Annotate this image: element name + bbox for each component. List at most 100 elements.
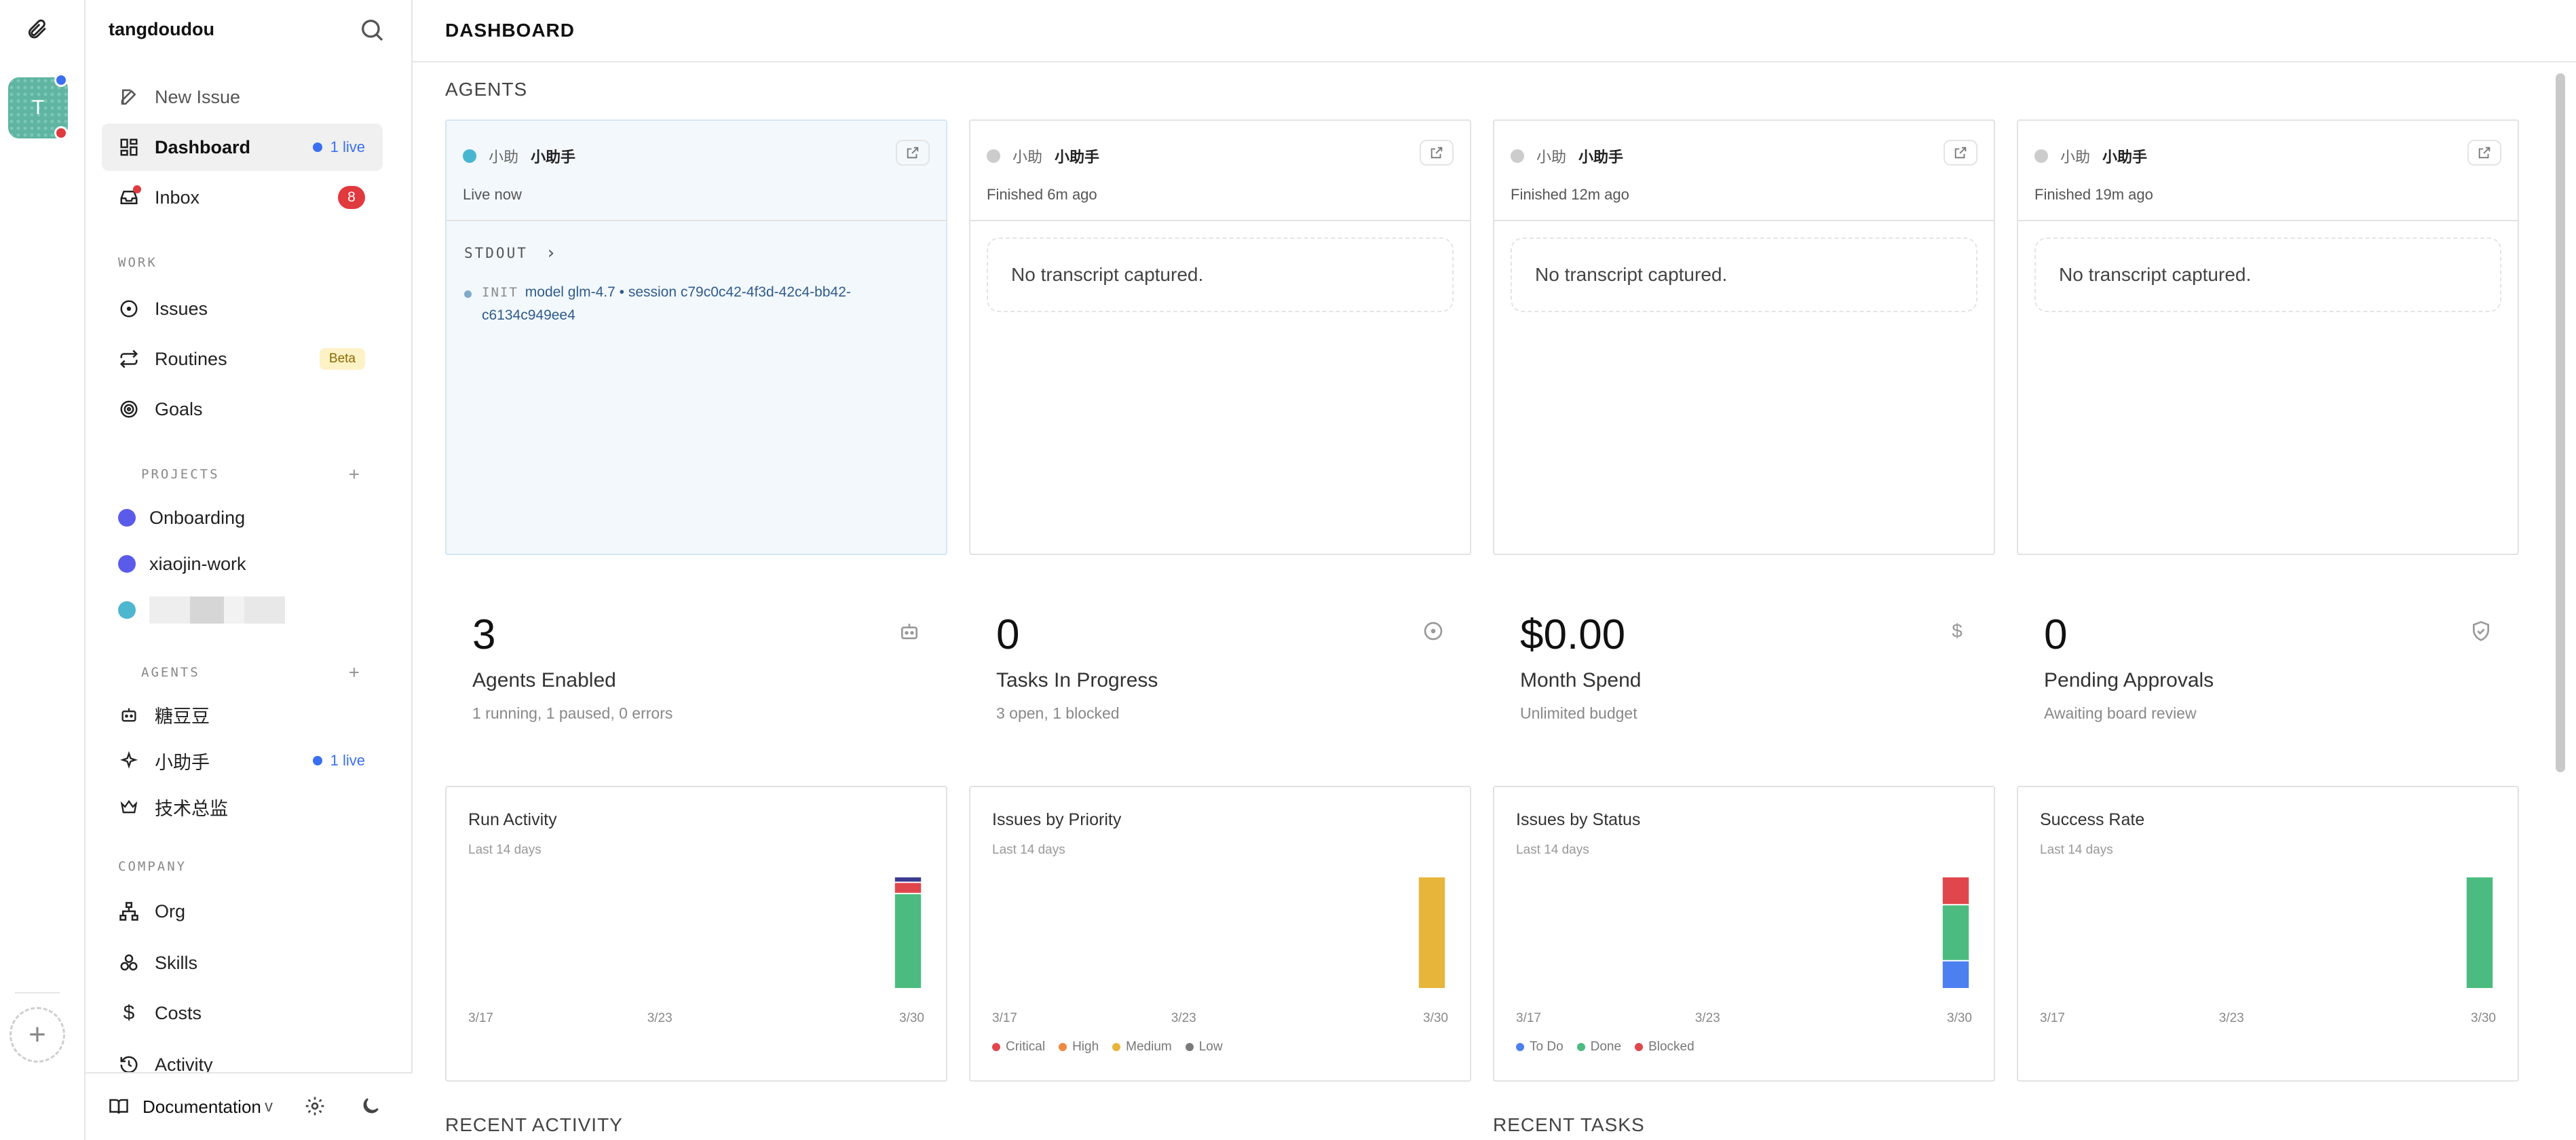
page-title: DASHBOARD (413, 0, 2576, 62)
workspace-name: tangdoudou (109, 19, 214, 39)
chevron-right-icon: › (545, 243, 556, 263)
chart-bar (1942, 877, 1969, 905)
gear-icon[interactable] (304, 1095, 326, 1117)
stat-description: Unlimited budget (1520, 704, 1637, 722)
chart-plot: 3/17 3/23 3/30 (992, 877, 1448, 1025)
stat-value: 0 (2044, 611, 2068, 658)
agent-card-header: 小助 小助手 (2034, 145, 2147, 167)
agent-card[interactable]: 小助 小助手 Finished 6m ago No transcript capt… (969, 119, 1471, 555)
avatar-letter: T (31, 96, 45, 119)
add-workspace-button[interactable]: + (10, 1007, 65, 1063)
agent-tag: 小助 (2060, 149, 2091, 166)
avatar-alert-dot (54, 126, 68, 140)
sidebar-project-onboarding[interactable]: Onboarding (102, 494, 383, 542)
chart-bar (2466, 877, 2493, 988)
sidebar-item-issues[interactable]: Issues (102, 285, 383, 332)
add-agent-button[interactable]: + (349, 662, 360, 683)
agent-name: 小助手 (2102, 149, 2148, 166)
status-dot (463, 149, 476, 163)
agent-name: 小助手 (155, 752, 210, 773)
new-issue-label: New Issue (155, 86, 241, 107)
stat-month-spend[interactable]: $0.00 Month Spend Unlimited budget $ (1493, 611, 1995, 746)
org-chart-icon (118, 900, 140, 922)
sidebar-item-inbox[interactable]: Inbox 8 (102, 174, 383, 221)
live-count: 1 live (330, 752, 365, 769)
search-icon[interactable] (358, 16, 385, 43)
agent-card[interactable]: 小助 小助手 Finished 19m ago No transcript cap… (2017, 119, 2519, 555)
stat-description: Awaiting board review (2044, 704, 2197, 722)
add-project-button[interactable]: + (349, 464, 360, 484)
open-external-icon[interactable] (1944, 140, 1977, 166)
chart-success-rate: Success Rate Last 14 days 3/17 3/23 3/30 (2017, 786, 2519, 1082)
stdout-toggle[interactable]: STDOUT › (464, 243, 556, 263)
shield-check-icon (2473, 621, 2489, 641)
sidebar-item-org[interactable]: Org (102, 888, 383, 935)
stat-value: $0.00 (1520, 611, 1626, 658)
stat-label: Agents Enabled (472, 669, 616, 691)
projects-title-text: PROJECTS (141, 467, 220, 482)
moon-icon[interactable] (360, 1095, 381, 1117)
sidebar-item-skills[interactable]: Skills (102, 939, 383, 987)
stat-pending-approvals[interactable]: 0 Pending Approvals Awaiting board revie… (2017, 611, 2519, 746)
project-color-dot (118, 509, 136, 527)
chart-bar (1942, 905, 1969, 960)
project-name: Onboarding (149, 507, 246, 528)
x-tick-label: 3/30 (2471, 1011, 2496, 1025)
sidebar-item-goals[interactable]: Goals (102, 385, 383, 433)
sidebar: tangdoudou New Issue Dashboard 1 live In… (86, 0, 413, 1140)
card-divider (1494, 220, 1994, 221)
company-section-title: COMPANY (118, 859, 187, 874)
sidebar-item-routines[interactable]: Routines Beta (102, 335, 383, 383)
legend-item: Critical (992, 1040, 1045, 1054)
sidebar-item-label: Org (155, 900, 186, 922)
sidebar-project-hidden[interactable] (102, 586, 383, 634)
stat-value: 0 (996, 611, 1020, 658)
agents-section-heading: AGENTS (445, 79, 528, 100)
sidebar-item-costs[interactable]: $ Costs (102, 989, 383, 1037)
documentation-link[interactable]: Documentation (143, 1097, 261, 1118)
work-section-title: WORK (118, 255, 157, 270)
stat-tasks-in-progress[interactable]: 0 Tasks In Progress 3 open, 1 blocked (969, 611, 1471, 746)
agent-card[interactable]: 小助 小助手 Live now STDOUT › INIT model glm-4.7… (445, 119, 947, 555)
agent-name: 小助手 (1578, 149, 1624, 166)
agent-card[interactable]: 小助 小助手 Finished 12m ago No transcript cap… (1493, 119, 1995, 555)
crown-icon (118, 796, 140, 818)
robot-icon (901, 624, 917, 639)
agents-title-text: AGENTS (141, 665, 200, 680)
main-content: DASHBOARD AGENTS 小助 小助手 Live now STDOUT › … (413, 0, 2576, 1140)
x-tick-label: 3/23 (1695, 1011, 1720, 1025)
sidebar-agent-cto[interactable]: 技术总监 (102, 783, 383, 831)
workspace-rail: T + (0, 0, 86, 1140)
live-indicator: 1 live (312, 138, 365, 156)
chevron-down-icon[interactable]: v (265, 1097, 273, 1116)
sidebar-agent-tangdoudou[interactable]: 糖豆豆 (102, 691, 383, 738)
sidebar-item-dashboard[interactable]: Dashboard 1 live (102, 124, 383, 171)
agent-tag: 小助 (1012, 149, 1043, 166)
sidebar-project-xiaojin-work[interactable]: xiaojin-work (102, 540, 383, 588)
new-issue-button[interactable]: New Issue (102, 73, 383, 121)
open-external-icon[interactable] (896, 140, 930, 166)
scrollbar[interactable] (2556, 73, 2565, 772)
chart-bar (894, 894, 922, 988)
x-tick-label: 3/17 (1516, 1011, 1541, 1025)
skills-icon (118, 952, 140, 974)
paperclip-icon[interactable] (25, 18, 48, 41)
circle-dot-icon (1424, 622, 1443, 641)
card-divider (970, 220, 1470, 221)
sidebar-item-label: Routines (155, 348, 227, 369)
legend-item: Done (1576, 1040, 1621, 1054)
open-external-icon[interactable] (2467, 140, 2501, 166)
stat-agents-enabled[interactable]: 3 Agents Enabled 1 running, 1 paused, 0 … (445, 611, 947, 746)
agent-tag: 小助 (489, 149, 519, 166)
legend-item: Low (1185, 1040, 1223, 1054)
sidebar-item-label: Goals (155, 398, 203, 419)
redacted-project-name (149, 596, 285, 624)
sidebar-agent-xiaozhushou[interactable]: 小助手 1 live (102, 737, 383, 784)
chart-run-activity: Run Activity Last 14 days 3/17 3/23 3/30 (445, 786, 947, 1082)
agent-name: 小助手 (531, 149, 576, 166)
stat-label: Pending Approvals (2044, 669, 2214, 691)
open-external-icon[interactable] (1420, 140, 1454, 166)
chart-legend: Critical High Medium Low (992, 1040, 1236, 1054)
chart-bar (1418, 877, 1445, 988)
empty-transcript: No transcript captured. (1511, 238, 1977, 312)
